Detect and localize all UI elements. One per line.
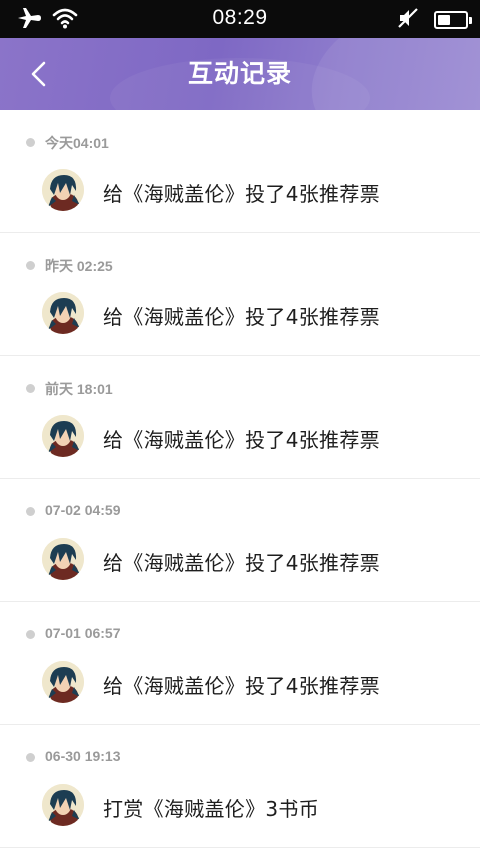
timeline-dot <box>26 753 35 762</box>
record-time: 07-01 06:57 <box>45 625 121 641</box>
record-time: 前天 18:01 <box>45 381 113 397</box>
record-time: 07-02 04:59 <box>45 502 121 518</box>
avatar <box>42 538 84 580</box>
timeline-dot <box>26 630 35 639</box>
record-text: 给《海贼盖伦》投了4张推荐票 <box>103 551 380 575</box>
record-item[interactable]: 今天04:01 给《海贼盖伦》投了4张推荐票 <box>0 110 480 233</box>
mute-icon <box>396 6 420 34</box>
record-item[interactable]: 06-30 19:13 打赏《海贼盖伦》3书币 <box>0 725 480 848</box>
timeline-dot <box>26 384 35 393</box>
status-bar: 08:29 <box>0 0 480 38</box>
record-item[interactable]: 昨天 02:25 给《海贼盖伦》投了4张推荐票 <box>0 233 480 356</box>
status-right <box>396 6 472 34</box>
battery-icon <box>434 11 472 29</box>
record-item[interactable]: 07-01 06:57 给《海贼盖伦》投了4张推荐票 <box>0 602 480 725</box>
record-text: 给《海贼盖伦》投了4张推荐票 <box>103 674 380 698</box>
timeline-dot <box>26 261 35 270</box>
record-time: 今天04:01 <box>45 135 109 151</box>
avatar <box>42 292 84 334</box>
record-item[interactable]: 前天 18:01 给《海贼盖伦》投了4张推荐票 <box>0 356 480 479</box>
interaction-record-list: 今天04:01 给《海贼盖伦》投了4张推荐票 昨天 02:25 给《海贼盖伦》投… <box>0 110 480 848</box>
record-text: 给《海贼盖伦》投了4张推荐票 <box>103 428 380 452</box>
avatar <box>42 784 84 826</box>
avatar <box>42 661 84 703</box>
timeline-dot <box>26 507 35 516</box>
avatar <box>42 415 84 457</box>
record-text: 打赏《海贼盖伦》3书币 <box>103 797 320 821</box>
title-bar: 互动记录 <box>0 38 480 110</box>
battery-fill <box>438 15 450 25</box>
record-time: 06-30 19:13 <box>45 748 121 764</box>
page-title: 互动记录 <box>187 59 292 88</box>
record-item[interactable]: 07-02 04:59 给《海贼盖伦》投了4张推荐票 <box>0 479 480 602</box>
record-time: 昨天 02:25 <box>45 258 113 274</box>
avatar <box>42 169 84 211</box>
record-text: 给《海贼盖伦》投了4张推荐票 <box>103 305 380 329</box>
record-text: 给《海贼盖伦》投了4张推荐票 <box>103 182 380 206</box>
timeline-dot <box>26 138 35 147</box>
